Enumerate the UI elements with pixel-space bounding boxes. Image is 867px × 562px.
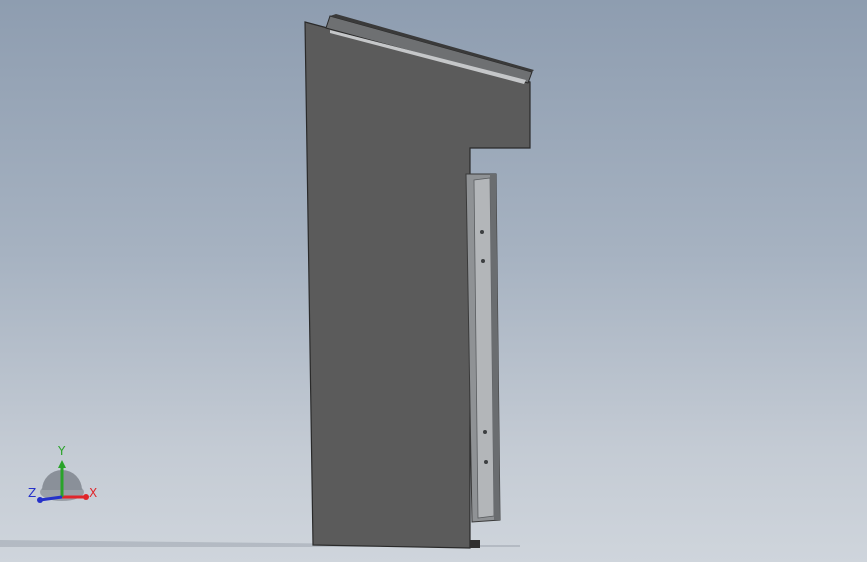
panel-foot	[470, 540, 480, 548]
rail-hole	[480, 230, 484, 234]
z-axis-label: Z	[28, 486, 36, 500]
rail-hole	[483, 430, 487, 434]
graphics-viewport[interactable]: X Y Z	[0, 0, 867, 562]
rail-hole	[481, 259, 485, 263]
y-axis-label: Y	[57, 444, 66, 458]
rail-hole	[484, 460, 488, 464]
y-axis-arrow	[58, 460, 66, 468]
model-view[interactable]: X Y Z	[0, 0, 867, 562]
z-axis-tip	[37, 497, 43, 503]
orientation-triad[interactable]: X Y Z	[28, 444, 97, 503]
x-axis-label: X	[89, 486, 97, 500]
